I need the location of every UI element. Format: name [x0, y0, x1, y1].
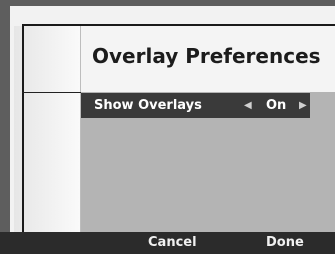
arrow-right-icon[interactable]: ▶ — [299, 98, 307, 113]
page-title: Overlay Preferences — [92, 44, 321, 68]
overlay-preferences-screen: Overlay Preferences Show Overlays ◀ On ▶… — [0, 0, 335, 254]
cancel-button[interactable]: Cancel — [148, 235, 197, 250]
title-divider — [22, 92, 82, 93]
softkey-bar: Cancel Done — [0, 232, 335, 254]
arrow-left-icon[interactable]: ◀ — [244, 98, 252, 113]
option-value: On — [266, 98, 287, 113]
done-button[interactable]: Done — [266, 235, 304, 250]
left-column-decoration — [14, 26, 81, 232]
option-row-show-overlays[interactable]: Show Overlays ◀ On ▶ — [81, 93, 310, 118]
left-divider — [22, 26, 24, 232]
option-label: Show Overlays — [94, 98, 202, 113]
